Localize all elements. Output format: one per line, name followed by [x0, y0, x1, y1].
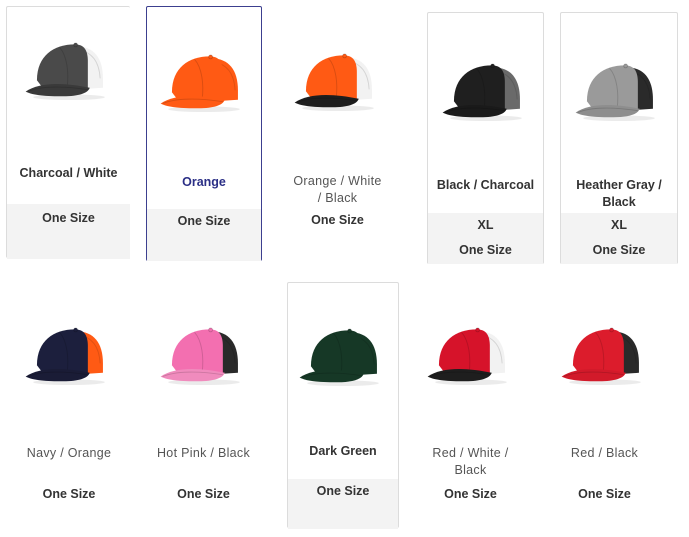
- size-list: XL One Size: [561, 213, 677, 264]
- size-list: One Size: [412, 482, 529, 507]
- product-card-red-white-black[interactable]: Red / White / Black One Size: [412, 284, 529, 524]
- product-name: Dark Green: [309, 444, 377, 458]
- cap-image: [25, 327, 105, 386]
- product-card-charcoal-white[interactable]: Charcoal / White One Size: [6, 6, 130, 259]
- product-name: Heather Gray / Black: [576, 178, 662, 209]
- cap-image: [442, 63, 522, 122]
- size-option[interactable]: One Size: [412, 482, 529, 507]
- size-option[interactable]: One Size: [280, 208, 395, 233]
- size-option[interactable]: One Size: [428, 238, 543, 263]
- product-card-hot-pink-black[interactable]: Hot Pink / Black One Size: [145, 284, 262, 524]
- product-name: Orange / White / Black: [293, 174, 382, 205]
- cap-image: [299, 328, 379, 387]
- cap-image: [160, 327, 240, 386]
- cap-image: [427, 327, 507, 386]
- product-card-orange[interactable]: Orange One Size: [146, 6, 262, 261]
- cap-image: [561, 327, 641, 386]
- product-card-black-charcoal[interactable]: Black / Charcoal XL One Size: [427, 12, 544, 264]
- size-option[interactable]: One Size: [546, 482, 663, 507]
- product-card-heather-gray-black[interactable]: Heather Gray / Black XL One Size: [560, 12, 678, 264]
- size-list: One Size: [145, 482, 262, 507]
- product-name: Hot Pink / Black: [156, 446, 251, 460]
- cap-image: [160, 54, 240, 113]
- cap-image: [575, 63, 655, 122]
- size-option[interactable]: One Size: [145, 482, 262, 507]
- product-card-red-black[interactable]: Red / Black One Size: [546, 284, 663, 524]
- product-name: Red / Black: [570, 446, 639, 460]
- cap-image: [294, 53, 374, 112]
- size-option[interactable]: One Size: [7, 204, 130, 231]
- size-option[interactable]: One Size: [10, 482, 128, 507]
- product-name: Orange: [182, 175, 226, 189]
- size-option[interactable]: One Size: [288, 479, 398, 504]
- size-list: One Size: [280, 208, 395, 238]
- size-option[interactable]: One Size: [147, 209, 261, 234]
- size-option[interactable]: XL: [428, 213, 543, 238]
- product-name: Black / Charcoal: [436, 178, 535, 192]
- size-list: One Size: [147, 209, 261, 261]
- product-card-navy-orange[interactable]: Navy / Orange One Size: [10, 284, 128, 524]
- product-name: Charcoal / White: [19, 166, 118, 180]
- size-option[interactable]: XL: [561, 213, 677, 238]
- product-name: Red / White / Black: [432, 446, 509, 477]
- product-card-orange-white-black[interactable]: Orange / White / Black One Size: [280, 6, 395, 261]
- size-list: One Size: [7, 204, 130, 259]
- product-card-dark-green[interactable]: Dark Green One Size: [287, 282, 399, 529]
- size-list: One Size: [288, 479, 398, 529]
- size-list: XL One Size: [428, 213, 543, 264]
- product-name: Navy / Orange: [26, 446, 112, 460]
- size-list: One Size: [546, 482, 663, 507]
- size-option[interactable]: One Size: [561, 238, 677, 263]
- size-list: One Size: [10, 482, 128, 507]
- cap-image: [25, 42, 105, 101]
